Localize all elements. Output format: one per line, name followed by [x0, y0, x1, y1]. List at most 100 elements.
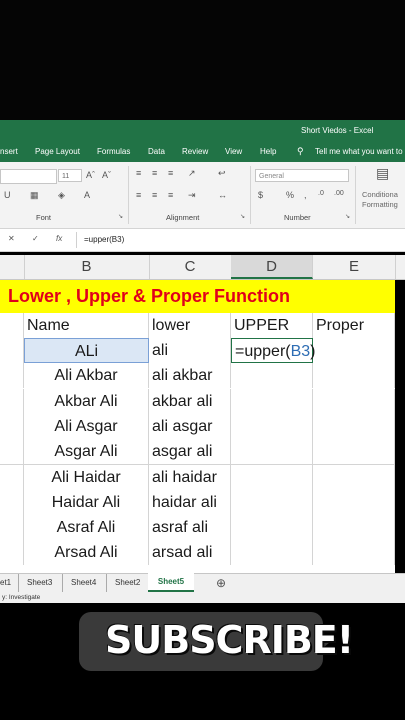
lower-cell[interactable]: asgar ali: [149, 439, 231, 465]
proper-cell[interactable]: [313, 540, 395, 566]
conditional-formatting-label-1[interactable]: Conditiona: [362, 190, 398, 199]
decrease-decimal-icon[interactable]: .00: [334, 190, 344, 197]
column-header-e[interactable]: E: [313, 255, 396, 279]
sheet-tab-sheet3[interactable]: Sheet3: [27, 574, 52, 592]
add-sheet-icon[interactable]: ⊕: [216, 574, 226, 592]
underline-icon[interactable]: U: [4, 190, 11, 200]
name-cell[interactable]: Akbar Ali: [24, 388, 149, 414]
wrap-text-icon[interactable]: ↩: [218, 168, 226, 179]
fill-color-icon[interactable]: ◈: [58, 190, 65, 201]
lower-cell[interactable]: asraf ali: [149, 515, 231, 541]
row-number: [0, 313, 24, 338]
enter-check-icon[interactable]: ✓: [32, 234, 39, 243]
alignment-dialog-launcher-icon[interactable]: ↘: [240, 213, 245, 220]
proper-cell[interactable]: [313, 489, 395, 515]
tab-view[interactable]: View: [225, 147, 242, 156]
decrease-font-icon[interactable]: Aˇ: [102, 170, 111, 180]
lower-cell[interactable]: ali akbar: [149, 363, 231, 389]
sheet-tab-sheet1[interactable]: et1: [0, 574, 11, 592]
proper-cell[interactable]: [313, 515, 395, 541]
proper-cell[interactable]: [313, 388, 395, 414]
lower-cell[interactable]: ali haidar: [149, 464, 231, 490]
font-size-dropdown[interactable]: 11: [58, 169, 82, 182]
align-bottom-icon[interactable]: ≡: [168, 168, 173, 178]
upper-cell[interactable]: [231, 388, 313, 414]
align-center-icon[interactable]: ≡: [152, 190, 157, 200]
upper-cell[interactable]: [231, 515, 313, 541]
merge-icon[interactable]: ↔: [218, 190, 227, 200]
sheet-tab-sheet4[interactable]: Sheet4: [71, 574, 96, 592]
proper-cell[interactable]: [313, 363, 395, 389]
increase-decimal-icon[interactable]: .0: [318, 190, 324, 197]
name-cell[interactable]: Ali Haidar: [24, 464, 149, 490]
select-all-corner[interactable]: [0, 255, 25, 279]
number-format-dropdown[interactable]: General: [255, 169, 349, 182]
sheet-tab-sheet2[interactable]: Sheet2: [115, 574, 140, 592]
upper-cell[interactable]: [231, 439, 313, 465]
header-name[interactable]: Name: [24, 313, 149, 338]
font-name-dropdown[interactable]: [0, 169, 57, 184]
number-dialog-launcher-icon[interactable]: ↘: [345, 213, 350, 220]
align-left-icon[interactable]: ≡: [136, 190, 141, 200]
title-banner-row[interactable]: Lower , Upper & Proper Function: [0, 280, 395, 314]
header-proper[interactable]: Proper: [313, 313, 395, 338]
proper-cell[interactable]: [313, 464, 395, 490]
font-size-value: 11: [62, 173, 70, 180]
tab-formulas[interactable]: Formulas: [97, 147, 130, 156]
name-cell[interactable]: Arsad Ali: [24, 540, 149, 566]
upper-cell[interactable]: [231, 489, 313, 515]
lower-cell[interactable]: akbar ali: [149, 388, 231, 414]
align-top-icon[interactable]: ≡: [136, 168, 141, 178]
formula-divider: [76, 232, 77, 248]
proper-cell[interactable]: [313, 439, 395, 465]
upper-cell-editing[interactable]: =upper(B3): [231, 338, 316, 363]
tab-insert[interactable]: nsert: [0, 147, 18, 156]
lower-cell[interactable]: ali: [149, 338, 231, 363]
borders-icon[interactable]: ▦: [30, 190, 39, 201]
cancel-icon[interactable]: ✕: [8, 234, 15, 243]
indent-icon[interactable]: ⇥: [188, 190, 196, 201]
formula-input[interactable]: =upper(B3): [84, 235, 124, 244]
subscribe-label[interactable]: SUBSCRIBE!: [105, 618, 354, 662]
font-dialog-launcher-icon[interactable]: ↘: [118, 213, 123, 220]
upper-cell[interactable]: [231, 413, 313, 439]
upper-cell[interactable]: [231, 363, 313, 389]
orientation-icon[interactable]: ↗: [188, 168, 196, 179]
tab-divider: [106, 574, 107, 592]
conditional-formatting-icon[interactable]: ▤: [376, 165, 389, 182]
proper-cell[interactable]: [313, 413, 395, 439]
header-upper[interactable]: UPPER: [231, 313, 313, 338]
upper-cell[interactable]: [231, 464, 313, 490]
name-cell[interactable]: Asgar Ali: [24, 439, 149, 465]
name-cell[interactable]: Ali Asgar: [24, 413, 149, 439]
upper-cell[interactable]: [231, 540, 313, 566]
accounting-format-icon[interactable]: $: [258, 190, 263, 200]
proper-cell[interactable]: [313, 338, 395, 363]
lower-cell[interactable]: haidar ali: [149, 489, 231, 515]
increase-font-icon[interactable]: Aˆ: [86, 170, 95, 180]
name-cell[interactable]: ALi: [24, 338, 149, 363]
lower-cell[interactable]: arsad ali: [149, 540, 231, 566]
align-middle-icon[interactable]: ≡: [152, 168, 157, 178]
column-header-c[interactable]: C: [149, 255, 232, 279]
tab-data[interactable]: Data: [148, 147, 165, 156]
column-header-d[interactable]: D: [231, 255, 313, 279]
insert-function-icon[interactable]: fx: [56, 234, 62, 243]
lower-cell[interactable]: ali asgar: [149, 413, 231, 439]
percent-style-icon[interactable]: %: [286, 190, 294, 200]
name-cell[interactable]: Ali Akbar: [24, 363, 149, 389]
accessibility-status[interactable]: y: Investigate: [2, 594, 40, 601]
conditional-formatting-label-2[interactable]: Formatting: [362, 200, 398, 209]
name-cell[interactable]: Haidar Ali: [24, 489, 149, 515]
header-lower[interactable]: lower: [149, 313, 231, 338]
column-header-b[interactable]: B: [24, 255, 150, 279]
tab-page-layout[interactable]: Page Layout: [35, 147, 80, 156]
sheet-tab-sheet5-active[interactable]: Sheet5: [148, 573, 194, 592]
font-color-icon[interactable]: A: [84, 190, 90, 200]
align-right-icon[interactable]: ≡: [168, 190, 173, 200]
name-cell[interactable]: Asraf Ali: [24, 515, 149, 541]
comma-style-icon[interactable]: ,: [304, 190, 307, 200]
tell-me-search[interactable]: Tell me what you want to: [315, 147, 403, 156]
tab-help[interactable]: Help: [260, 147, 276, 156]
tab-review[interactable]: Review: [182, 147, 208, 156]
